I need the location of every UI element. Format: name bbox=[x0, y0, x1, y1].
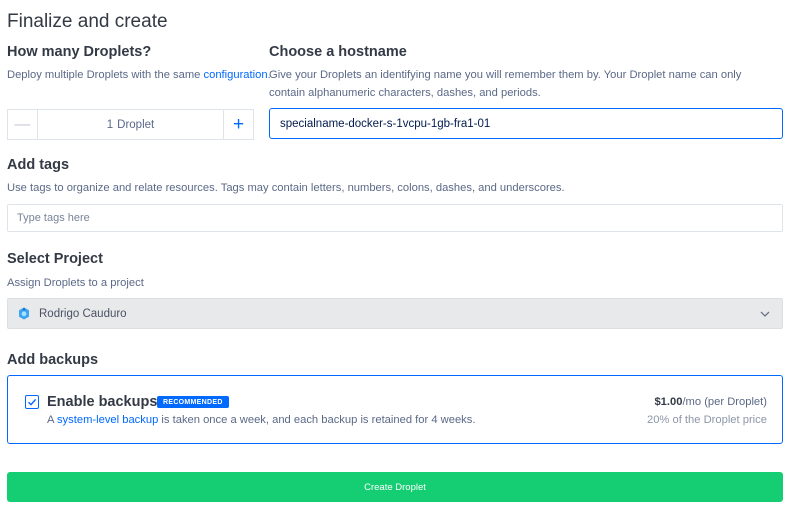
project-avatar-icon bbox=[19, 307, 29, 320]
backup-price-amount: $1.00 bbox=[654, 396, 683, 408]
project-heading: Select Project bbox=[7, 251, 103, 267]
droplet-count-value: 1 bbox=[106, 118, 114, 131]
hostname-input[interactable] bbox=[269, 108, 783, 139]
droplets-description: Deploy multiple Droplets with the same c… bbox=[7, 66, 271, 84]
decrement-button[interactable]: — bbox=[8, 110, 38, 139]
backups-title: Enable backups bbox=[47, 394, 158, 410]
create-droplet-button[interactable]: Create Droplet bbox=[7, 472, 783, 502]
tags-description: Use tags to organize and relate resource… bbox=[7, 182, 565, 194]
increment-button[interactable]: + bbox=[223, 110, 253, 139]
check-icon bbox=[28, 398, 37, 406]
hostname-heading: Choose a hostname bbox=[269, 44, 407, 60]
tags-heading: Add tags bbox=[7, 157, 70, 173]
system-level-backup-link[interactable]: system-level backup bbox=[57, 414, 158, 426]
backups-option-card[interactable]: Enable backups RECOMMENDED A system-leve… bbox=[7, 375, 783, 444]
backups-description-end: is taken once a week, and each backup is… bbox=[158, 414, 476, 426]
backup-price-unit: /mo (per Droplet) bbox=[682, 396, 767, 408]
backups-description: A system-level backup is taken once a we… bbox=[47, 414, 475, 426]
droplet-count-unit: Droplet bbox=[117, 118, 155, 131]
droplet-quantity-stepper: — 1 Droplet + bbox=[7, 109, 254, 140]
hostname-description: Give your Droplets an identifying name y… bbox=[269, 69, 742, 99]
backups-description-start: A bbox=[47, 414, 57, 426]
backup-price: $1.00/mo (per Droplet) bbox=[654, 396, 767, 408]
project-description: Assign Droplets to a project bbox=[7, 277, 144, 289]
project-select[interactable]: Rodrigo Cauduro bbox=[7, 298, 783, 329]
enable-backups-checkbox[interactable] bbox=[25, 395, 39, 409]
backup-price-note: 20% of the Droplet price bbox=[646, 414, 767, 426]
tags-input[interactable] bbox=[7, 204, 783, 232]
backups-heading: Add backups bbox=[7, 352, 99, 368]
project-selected-value: Rodrigo Cauduro bbox=[39, 307, 127, 320]
droplets-heading: How many Droplets? bbox=[7, 44, 152, 60]
recommended-badge: RECOMMENDED bbox=[157, 396, 229, 408]
droplet-count: 1 Droplet bbox=[38, 110, 223, 139]
configuration-link[interactable]: configuration bbox=[204, 69, 268, 81]
chevron-down-icon bbox=[760, 311, 770, 317]
droplets-description-text: Deploy multiple Droplets with the same bbox=[7, 69, 204, 81]
page-title: Finalize and create bbox=[7, 11, 168, 32]
